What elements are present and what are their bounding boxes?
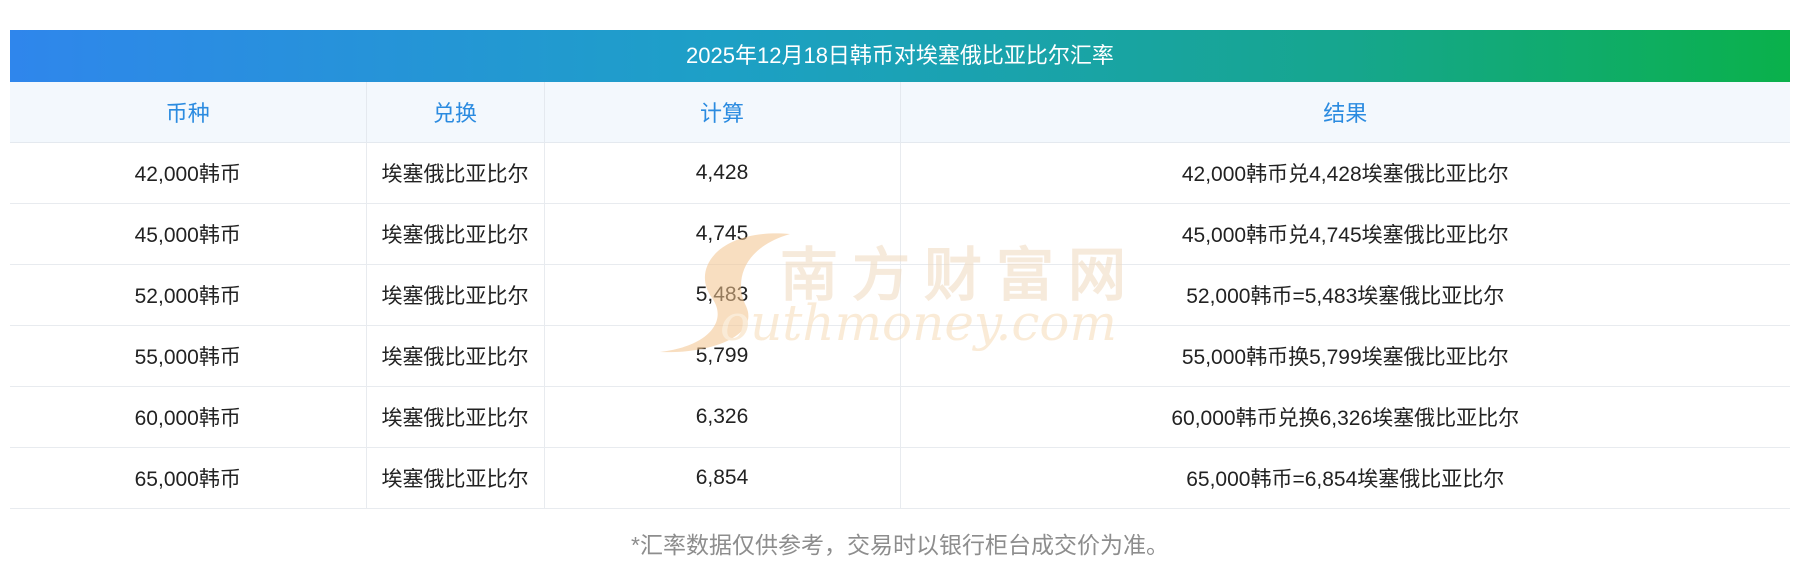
- header-calculation: 计算: [544, 82, 901, 143]
- cell-calculation: 6,854: [544, 447, 901, 509]
- table-row: 45,000韩币 埃塞俄比亚比尔 4,745 45,000韩币兑4,745埃塞俄…: [10, 203, 1790, 265]
- table-row: 42,000韩币 埃塞俄比亚比尔 4,428 42,000韩币兑4,428埃塞俄…: [10, 142, 1790, 204]
- cell-calculation: 5,799: [544, 325, 901, 387]
- cell-exchange: 埃塞俄比亚比尔: [366, 447, 545, 509]
- cell-exchange: 埃塞俄比亚比尔: [366, 203, 545, 265]
- header-result: 结果: [900, 82, 1790, 143]
- cell-result: 45,000韩币兑4,745埃塞俄比亚比尔: [900, 203, 1790, 265]
- cell-result: 42,000韩币兑4,428埃塞俄比亚比尔: [900, 142, 1790, 204]
- table-row: 65,000韩币 埃塞俄比亚比尔 6,854 65,000韩币=6,854埃塞俄…: [10, 447, 1790, 509]
- cell-exchange: 埃塞俄比亚比尔: [366, 386, 545, 448]
- cell-result: 52,000韩币=5,483埃塞俄比亚比尔: [900, 264, 1790, 326]
- table-row: 52,000韩币 埃塞俄比亚比尔 5,483 52,000韩币=5,483埃塞俄…: [10, 264, 1790, 326]
- cell-exchange: 埃塞俄比亚比尔: [366, 264, 545, 326]
- table-title: 2025年12月18日韩币对埃塞俄比亚比尔汇率: [10, 30, 1790, 82]
- header-currency: 币种: [10, 82, 367, 143]
- cell-result: 55,000韩币换5,799埃塞俄比亚比尔: [900, 325, 1790, 387]
- cell-calculation: 4,745: [544, 203, 901, 265]
- cell-calculation: 6,326: [544, 386, 901, 448]
- cell-exchange: 埃塞俄比亚比尔: [366, 142, 545, 204]
- cell-currency: 65,000韩币: [10, 447, 367, 509]
- exchange-rate-table: 币种 兑换 计算 结果 42,000韩币 埃塞俄比亚比尔 4,428 42,00…: [10, 82, 1790, 509]
- table-header-row: 币种 兑换 计算 结果: [10, 82, 1790, 143]
- table-row: 60,000韩币 埃塞俄比亚比尔 6,326 60,000韩币兑换6,326埃塞…: [10, 386, 1790, 448]
- cell-currency: 52,000韩币: [10, 264, 367, 326]
- cell-result: 60,000韩币兑换6,326埃塞俄比亚比尔: [900, 386, 1790, 448]
- cell-calculation: 4,428: [544, 142, 901, 204]
- cell-currency: 60,000韩币: [10, 386, 367, 448]
- table-row: 55,000韩币 埃塞俄比亚比尔 5,799 55,000韩币换5,799埃塞俄…: [10, 325, 1790, 387]
- disclaimer-note: *汇率数据仅供参考，交易时以银行柜台成交价为准。: [631, 532, 1169, 558]
- header-exchange: 兑换: [366, 82, 545, 143]
- cell-currency: 55,000韩币: [10, 325, 367, 387]
- cell-result: 65,000韩币=6,854埃塞俄比亚比尔: [900, 447, 1790, 509]
- cell-currency: 42,000韩币: [10, 142, 367, 204]
- cell-currency: 45,000韩币: [10, 203, 367, 265]
- cell-exchange: 埃塞俄比亚比尔: [366, 325, 545, 387]
- page: 2025年12月18日韩币对埃塞俄比亚比尔汇率 币种 兑换 计算 结果 42,0…: [0, 0, 1800, 575]
- cell-calculation: 5,483: [544, 264, 901, 326]
